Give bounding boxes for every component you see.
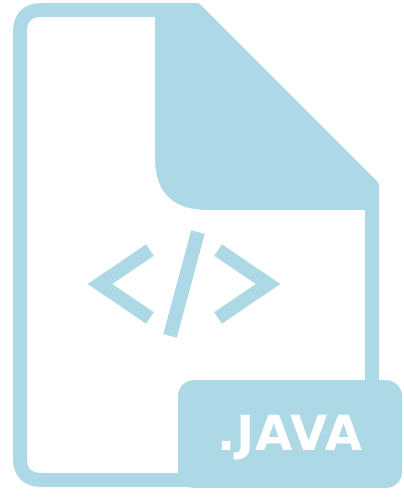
extension-badge-label: .JAVA xyxy=(216,406,364,462)
forward-slash xyxy=(163,230,205,338)
left-angle-bracket xyxy=(87,244,154,324)
java-file-icon: .JAVA xyxy=(0,0,404,500)
document-folded-corner xyxy=(155,10,372,210)
code-brackets-icon xyxy=(87,230,281,338)
right-angle-bracket xyxy=(214,244,281,324)
